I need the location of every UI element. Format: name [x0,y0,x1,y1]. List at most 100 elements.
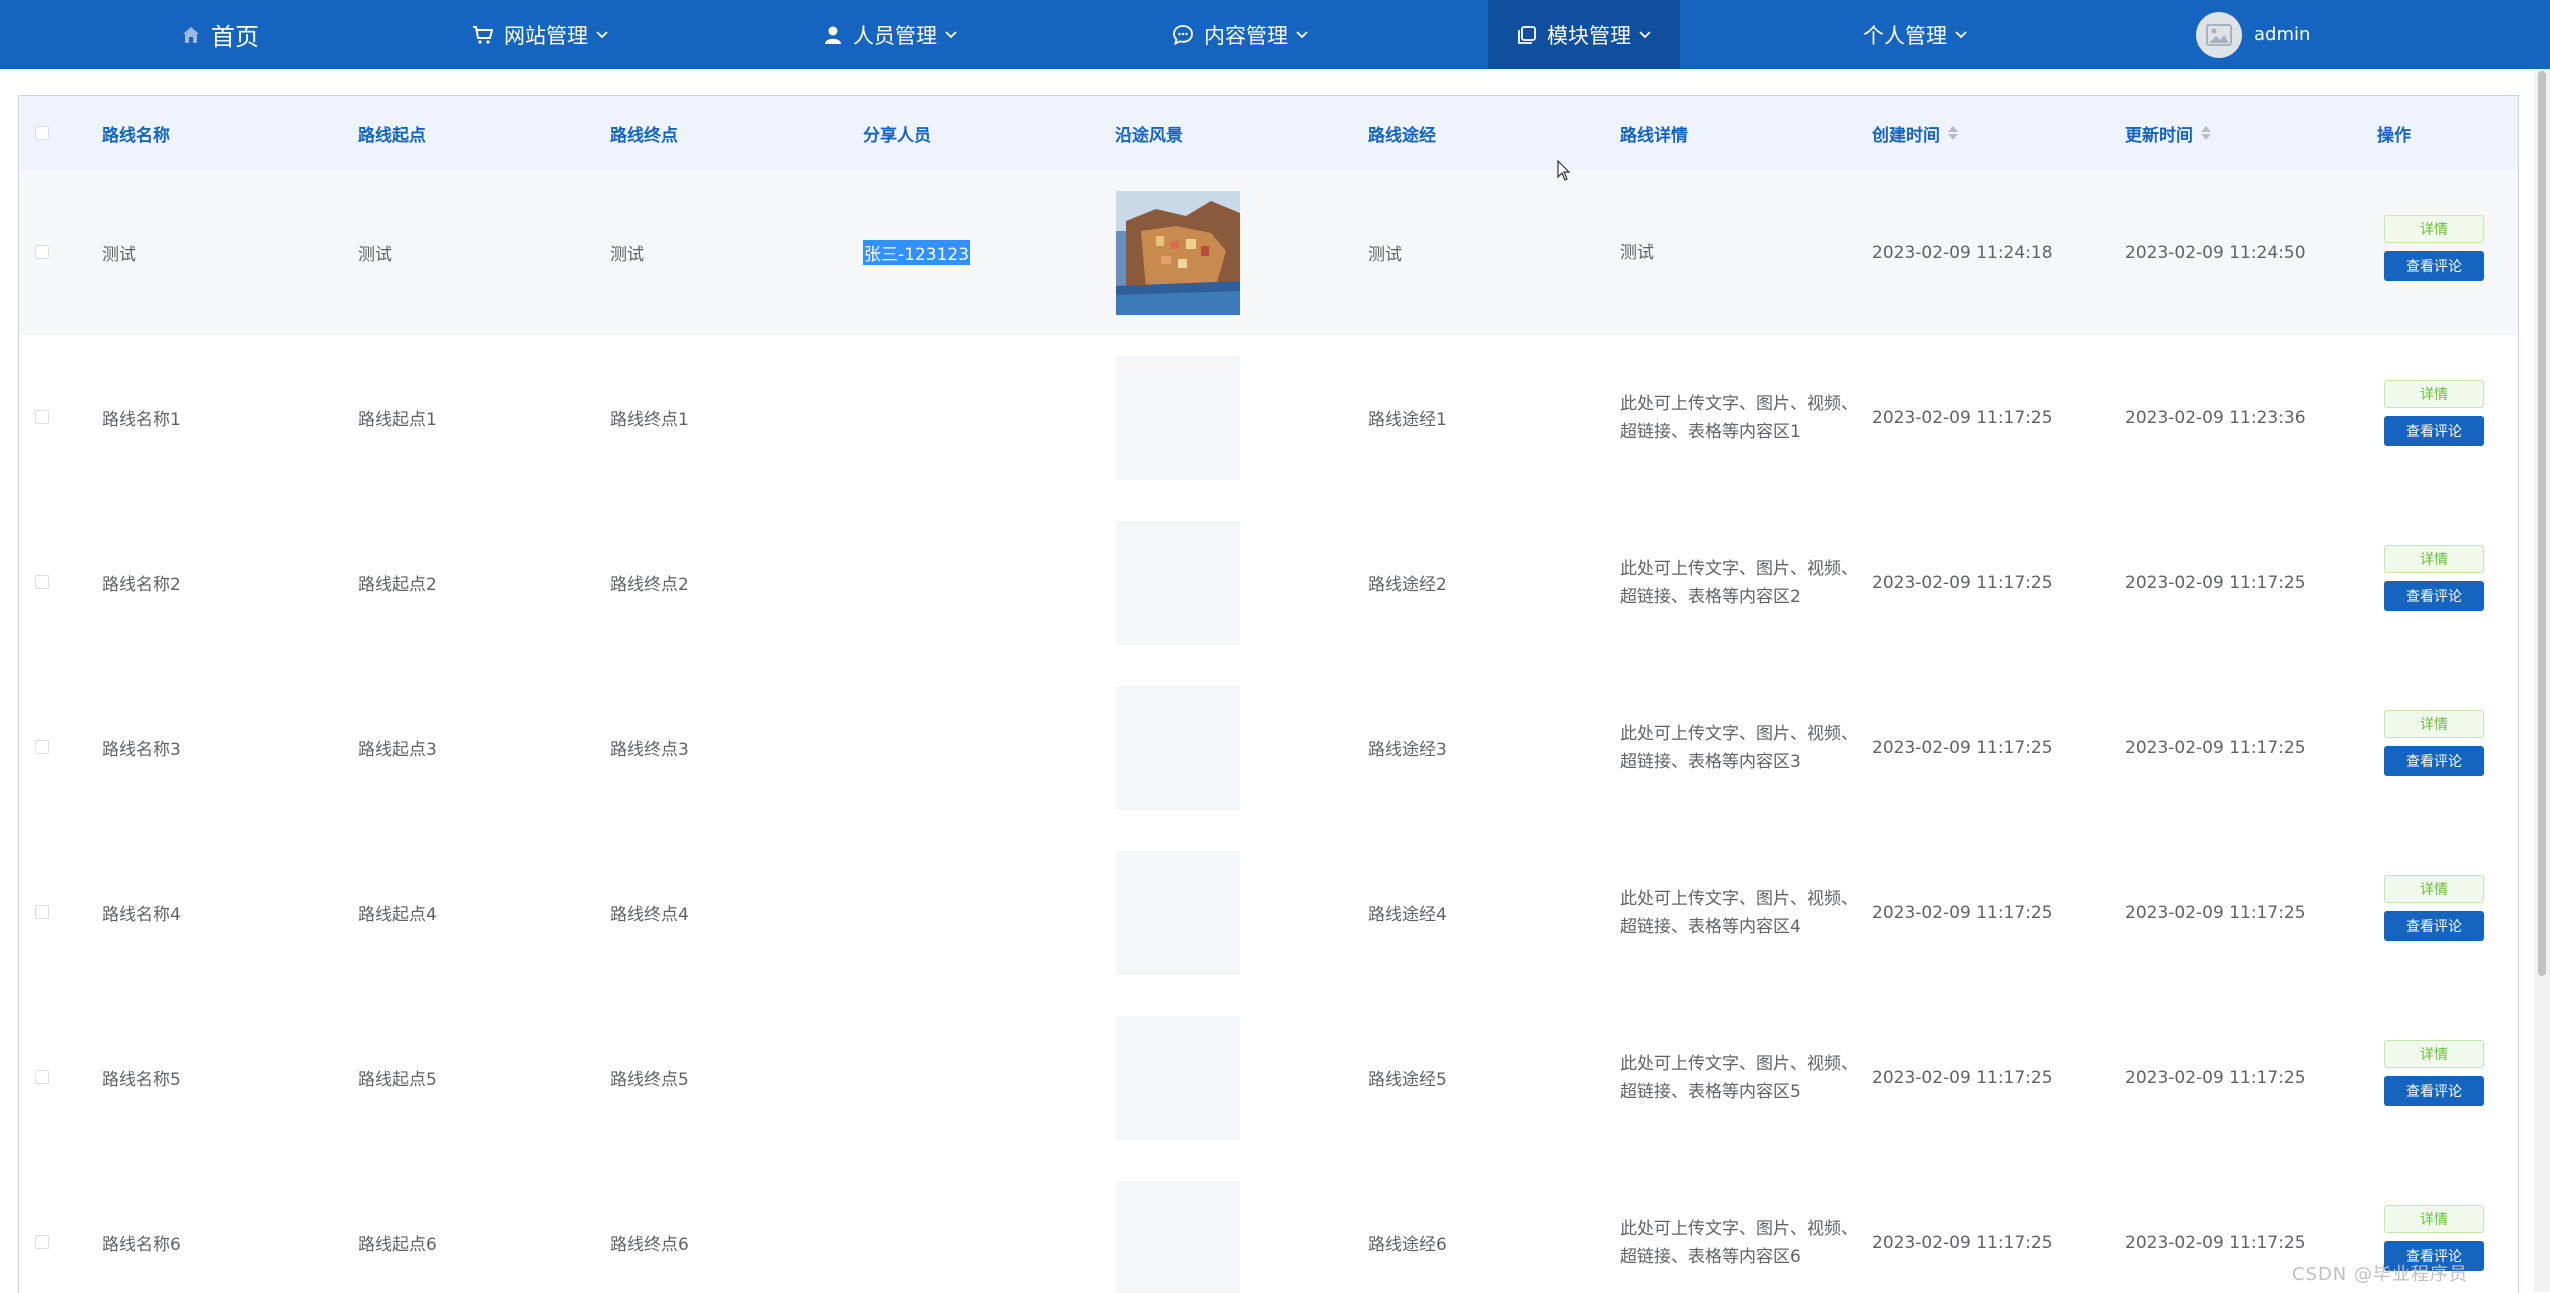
scenery-thumbnail[interactable] [1116,1181,1240,1293]
avatar [2196,11,2242,58]
header-route-start: 路线起点 [358,125,426,146]
table-row: 路线名称6 路线起点6 路线终点6 路线途经6 此处可上传文字、图片、视频、超链接、表格… [19,1160,2518,1293]
cell-route-name: 路线名称1 [102,410,181,430]
cell-route-detail: 此处可上传文字、图片、视频、超链接、表格等内容区3 [1620,723,1858,772]
view-comments-button[interactable]: 查看评论 [2384,746,2484,776]
cell-created-time: 2023-02-09 11:24:18 [1872,242,2053,263]
scenery-thumbnail[interactable] [1116,686,1240,810]
cell-sharer: 张三-123123 [863,170,971,335]
table-row: 路线名称5 路线起点5 路线终点5 路线途经5 此处可上传文字、图片、视频、超链接、表格… [19,995,2518,1161]
cell-route-end: 路线终点5 [610,1070,689,1090]
module-icon [1517,25,1537,45]
detail-button[interactable]: 详情 [2384,1040,2484,1068]
mouse-cursor-icon [1557,160,1571,181]
detail-button[interactable]: 详情 [2384,545,2484,573]
nav-content-management[interactable]: 内容管理 [1150,0,1330,69]
nav-content-management-label: 内容管理 [1204,23,1288,48]
cell-updated-time: 2023-02-09 11:17:25 [2125,902,2306,923]
cell-updated-time: 2023-02-09 11:24:50 [2125,242,2306,263]
cell-route-name: 路线名称3 [102,740,181,760]
scenery-thumbnail[interactable] [1116,521,1240,645]
detail-button[interactable]: 详情 [2384,215,2484,243]
page-scrollbar[interactable] [2534,69,2550,1292]
sort-icon[interactable] [2201,126,2211,140]
cart-icon [472,25,494,45]
cell-created-time: 2023-02-09 11:17:25 [1872,1067,2053,1088]
view-comments-button[interactable]: 查看评论 [2384,416,2484,446]
detail-button[interactable]: 详情 [2384,875,2484,903]
nav-personnel-management[interactable]: 人员管理 [800,0,980,69]
cell-route-via: 路线途经2 [1368,575,1447,595]
cell-updated-time: 2023-02-09 11:17:25 [2125,572,2306,593]
detail-button[interactable]: 详情 [2384,710,2484,738]
nav-website-management-label: 网站管理 [504,23,588,48]
sort-icon[interactable] [1948,126,1958,140]
cell-route-name: 路线名称4 [102,905,181,925]
cell-updated-time: 2023-02-09 11:17:25 [2125,1067,2306,1088]
header-updated-time[interactable]: 更新时间 [2125,96,2211,170]
cell-route-via: 测试 [1368,245,1402,265]
view-comments-button[interactable]: 查看评论 [2384,911,2484,941]
cell-route-start: 路线起点1 [358,410,437,430]
nav-home[interactable]: 首页 [150,0,290,69]
cell-route-name: 路线名称2 [102,575,181,595]
cell-route-end: 测试 [610,245,644,265]
header-sharer: 分享人员 [863,125,931,146]
scenery-thumbnail[interactable] [1116,851,1240,975]
view-comments-button[interactable]: 查看评论 [2384,581,2484,611]
row-checkbox[interactable] [35,245,49,259]
nav-website-management[interactable]: 网站管理 [450,0,630,69]
cell-route-detail: 此处可上传文字、图片、视频、超链接、表格等内容区1 [1620,393,1858,442]
nav-module-management-label: 模块管理 [1547,23,1631,48]
row-checkbox[interactable] [35,1070,49,1084]
row-checkbox[interactable] [35,410,49,424]
cell-route-end: 路线终点6 [610,1235,689,1255]
user-name: admin [2254,24,2311,45]
detail-button[interactable]: 详情 [2384,380,2484,408]
cell-route-detail: 此处可上传文字、图片、视频、超链接、表格等内容区5 [1620,1053,1858,1102]
cell-route-detail: 此处可上传文字、图片、视频、超链接、表格等内容区2 [1620,558,1858,607]
header-created-time[interactable]: 创建时间 [1872,96,1958,170]
cell-route-end: 路线终点2 [610,575,689,595]
cell-route-name: 路线名称5 [102,1070,181,1090]
select-all-checkbox[interactable] [35,126,49,140]
row-checkbox[interactable] [35,1235,49,1249]
view-comments-button[interactable]: 查看评论 [2384,251,2484,281]
cell-route-start: 测试 [358,245,392,265]
table-row: 路线名称4 路线起点4 路线终点4 路线途经4 此处可上传文字、图片、视频、超链接、表格… [19,830,2518,996]
cell-updated-time: 2023-02-09 11:17:25 [2125,1232,2306,1253]
cell-route-detail: 此处可上传文字、图片、视频、超链接、表格等内容区4 [1620,888,1858,937]
row-checkbox[interactable] [35,905,49,919]
header-route-detail: 路线详情 [1620,125,1688,146]
row-checkbox[interactable] [35,575,49,589]
cell-route-end: 路线终点1 [610,410,689,430]
detail-button[interactable]: 详情 [2384,1205,2484,1233]
watermark: CSDN @毕业程序员 [2291,1264,2468,1285]
user-menu[interactable]: admin [2196,0,2326,69]
nav-personal-management[interactable]: 个人管理 [1840,0,1990,69]
scrollbar-thumb[interactable] [2538,71,2546,976]
cell-route-start: 路线起点4 [358,905,437,925]
cell-route-via: 路线途经5 [1368,1070,1447,1090]
route-table: 路线名称 路线起点 路线终点 分享人员 沿途风景 路线途经 路线详情 创建时间 … [18,95,2519,1293]
chat-icon [1172,24,1194,46]
cell-route-start: 路线起点5 [358,1070,437,1090]
header-created-time-label: 创建时间 [1872,125,1940,146]
cell-created-time: 2023-02-09 11:17:25 [1872,572,2053,593]
cell-created-time: 2023-02-09 11:17:25 [1872,737,2053,758]
home-icon [181,25,201,45]
cell-route-via: 路线途经3 [1368,740,1447,760]
table-row: 路线名称2 路线起点2 路线终点2 路线途经2 此处可上传文字、图片、视频、超链接、表格… [19,500,2518,666]
scenery-thumbnail[interactable] [1116,356,1240,480]
nav-home-label: 首页 [211,23,259,51]
cell-route-start: 路线起点3 [358,740,437,760]
cell-route-end: 路线终点3 [610,740,689,760]
cell-route-via: 路线途经4 [1368,905,1447,925]
header-actions: 操作 [2377,125,2411,146]
row-checkbox[interactable] [35,740,49,754]
chevron-down-icon [945,30,957,39]
view-comments-button[interactable]: 查看评论 [2384,1076,2484,1106]
nav-module-management[interactable]: 模块管理 [1488,0,1680,69]
scenery-thumbnail[interactable] [1116,1016,1240,1140]
scenery-thumbnail[interactable] [1116,191,1240,315]
